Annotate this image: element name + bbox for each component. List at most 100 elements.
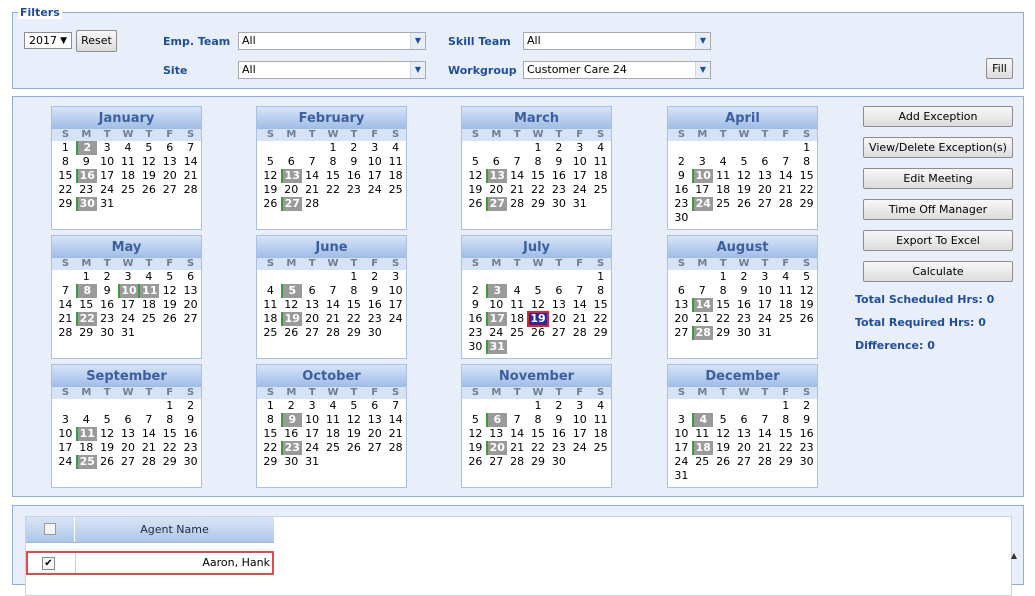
calendar-day[interactable]: 20	[754, 183, 775, 197]
calendar-day[interactable]: 17	[118, 298, 139, 312]
calendar-day[interactable]: 3	[97, 141, 118, 155]
calendar-day[interactable]: 7	[302, 155, 323, 169]
calendar-day[interactable]: 3	[385, 270, 406, 284]
calendar-day[interactable]: 15	[796, 169, 817, 183]
calendar-day[interactable]: 15	[260, 427, 281, 441]
calendar-day[interactable]: 29	[713, 326, 734, 340]
calendar-day[interactable]: 28	[507, 455, 528, 469]
calendar-day[interactable]: 17	[364, 169, 385, 183]
calendar-day[interactable]: 19	[159, 298, 180, 312]
calendar-day[interactable]: 3	[569, 399, 590, 413]
calendar-day[interactable]: 3	[302, 399, 323, 413]
calendar-day[interactable]: 17	[754, 298, 775, 312]
calendar-day[interactable]: 7	[569, 284, 590, 298]
calendar-day[interactable]: 26	[138, 183, 159, 197]
calendar-day[interactable]: 19	[260, 183, 281, 197]
agent-name-header[interactable]: Agent Name	[75, 517, 274, 542]
calendar-day[interactable]: 1	[590, 270, 611, 284]
calendar-day[interactable]: 26	[465, 455, 486, 469]
calendar-day[interactable]: 18	[138, 298, 159, 312]
calendar-day[interactable]: 2	[548, 399, 569, 413]
calendar-day[interactable]: 24	[671, 455, 692, 469]
calendar-day[interactable]: 2	[671, 155, 692, 169]
calendar-day[interactable]: 31	[118, 326, 139, 340]
calendar-day[interactable]: 29	[260, 455, 281, 469]
calendar-day[interactable]: 12	[138, 155, 159, 169]
calendar-day[interactable]: 23	[97, 312, 118, 326]
calendar-day[interactable]: 11	[507, 298, 528, 312]
edit-meeting-button[interactable]: Edit Meeting	[863, 168, 1013, 189]
calendar-day[interactable]: 28	[180, 183, 201, 197]
chevron-down-icon[interactable]: ▼	[695, 33, 710, 49]
calendar-day[interactable]: 23	[280, 441, 302, 455]
calendar-day[interactable]: 16	[548, 427, 569, 441]
calendar-day[interactable]: 8	[713, 284, 734, 298]
calendar-day[interactable]: 12	[343, 413, 364, 427]
calendar-day[interactable]: 21	[775, 183, 796, 197]
calendar-day[interactable]: 20	[486, 183, 507, 197]
calendar-day[interactable]: 28	[569, 326, 590, 340]
calendar-day[interactable]: 13	[280, 169, 302, 183]
calendar-day[interactable]: 8	[323, 155, 344, 169]
calendar-day[interactable]: 11	[323, 413, 344, 427]
calendar-day[interactable]: 13	[754, 169, 775, 183]
calendar-day[interactable]: 1	[775, 399, 796, 413]
calendar-day[interactable]: 5	[260, 155, 281, 169]
calendar-day[interactable]: 30	[180, 455, 201, 469]
calendar-day[interactable]: 12	[713, 427, 734, 441]
calendar-day[interactable]: 7	[754, 413, 775, 427]
calendar-day[interactable]: 24	[118, 312, 139, 326]
calendar-day[interactable]: 7	[692, 284, 713, 298]
calendar-day[interactable]: 26	[97, 455, 118, 469]
calendar-day[interactable]: 9	[671, 169, 692, 183]
calendar-day[interactable]: 21	[302, 183, 323, 197]
calendar-day[interactable]: 9	[734, 284, 755, 298]
calendar-day[interactable]: 2	[343, 141, 364, 155]
calendar-day[interactable]: 8	[528, 155, 549, 169]
calendar-day[interactable]: 29	[775, 455, 796, 469]
calendar-day[interactable]: 27	[485, 197, 507, 211]
calendar-day[interactable]: 11	[75, 427, 97, 441]
calendar-day[interactable]: 21	[55, 312, 76, 326]
calendar-day[interactable]: 25	[138, 312, 159, 326]
calendar-day[interactable]: 29	[343, 326, 364, 340]
calendar-day[interactable]: 2	[465, 284, 486, 298]
calendar-day[interactable]: 2	[364, 270, 385, 284]
calendar-day[interactable]: 11	[385, 155, 406, 169]
calendar-day[interactable]: 7	[385, 399, 406, 413]
calendar-day[interactable]: 25	[692, 455, 713, 469]
calendar-day[interactable]: 8	[528, 413, 549, 427]
calendar-day[interactable]: 19	[796, 298, 817, 312]
calendar-day[interactable]: 8	[75, 284, 97, 298]
calendar-day[interactable]: 2	[75, 141, 97, 155]
calendar-day[interactable]: 13	[485, 169, 507, 183]
calendar-day[interactable]: 12	[159, 284, 180, 298]
calendar-day[interactable]: 5	[159, 270, 180, 284]
calendar-day[interactable]: 25	[507, 326, 528, 340]
calendar-day[interactable]: 17	[569, 427, 590, 441]
calendar-day[interactable]: 18	[76, 441, 97, 455]
calendar-day[interactable]: 14	[323, 298, 344, 312]
calendar-day[interactable]: 14	[55, 298, 76, 312]
calendar-day[interactable]: 10	[302, 413, 323, 427]
calendar-day[interactable]: 3	[569, 141, 590, 155]
calendar-day[interactable]: 2	[548, 141, 569, 155]
calendar-day[interactable]: 22	[260, 441, 281, 455]
calendar-day[interactable]: 10	[671, 427, 692, 441]
calendar-day[interactable]: 7	[507, 155, 528, 169]
calendar-day[interactable]: 24	[302, 441, 323, 455]
select-all-cell[interactable]	[26, 517, 75, 542]
calendar-day[interactable]: 6	[302, 284, 323, 298]
calendar-day[interactable]: 10	[754, 284, 775, 298]
calendar-day[interactable]: 2	[796, 399, 817, 413]
calendar-day[interactable]: 14	[569, 298, 590, 312]
calendar-day[interactable]: 9	[465, 298, 486, 312]
calendar-day[interactable]: 23	[796, 441, 817, 455]
calendar-day[interactable]: 8	[55, 155, 76, 169]
calendar-day[interactable]: 27	[486, 455, 507, 469]
calendar-day[interactable]: 10	[486, 298, 507, 312]
calendar-day[interactable]: 20	[180, 298, 201, 312]
calendar-day[interactable]: 9	[180, 413, 201, 427]
table-row[interactable]: ✔ Aaron, Hank	[26, 551, 274, 575]
view-delete-exceptions-button[interactable]: View/Delete Exception(s)	[863, 137, 1013, 158]
